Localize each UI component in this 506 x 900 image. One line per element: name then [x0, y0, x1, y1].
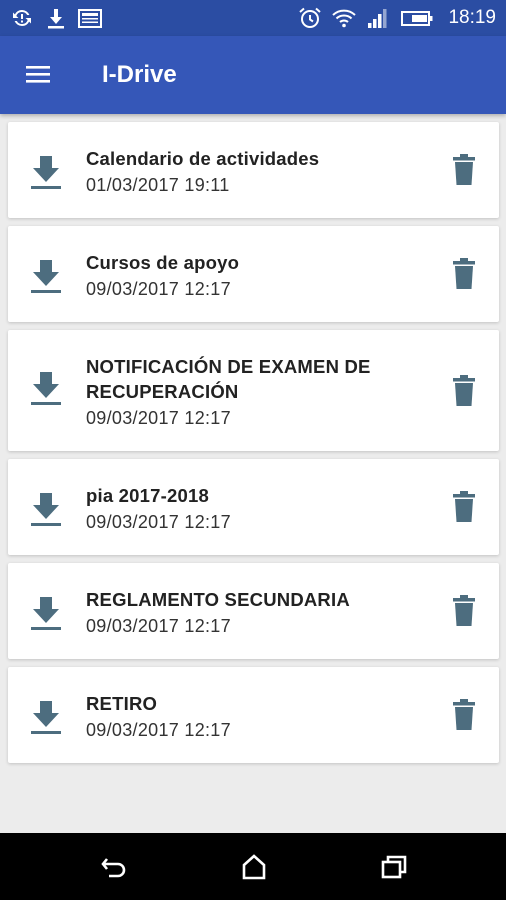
image-icon — [78, 9, 102, 28]
download-icon[interactable] — [28, 368, 64, 408]
app-title: I-Drive — [102, 61, 177, 88]
download-icon[interactable] — [28, 697, 64, 737]
trash-icon[interactable] — [451, 375, 477, 407]
file-list: Calendario de actividades 01/03/2017 19:… — [8, 122, 499, 771]
file-name: NOTIFICACIÓN DE EXAMEN DE RECUPERACIÓN — [86, 356, 371, 402]
file-info: pia 2017-2018 09/03/2017 12:17 — [86, 483, 439, 534]
sync-icon — [13, 10, 31, 26]
alarm-icon — [299, 7, 322, 28]
trash-icon[interactable] — [451, 154, 477, 186]
trash-icon[interactable] — [451, 699, 477, 731]
status-bar: 18:19 — [0, 0, 506, 36]
file-name: RETIRO — [86, 693, 158, 714]
file-name: Calendario de actividades — [86, 148, 320, 169]
wifi-icon — [332, 9, 357, 28]
download-icon[interactable] — [28, 593, 64, 633]
file-name: Cursos de apoyo — [86, 252, 240, 273]
file-info: NOTIFICACIÓN DE EXAMEN DE RECUPERACIÓN 0… — [86, 354, 439, 430]
signal-icon — [368, 9, 387, 28]
file-card[interactable]: REGLAMENTO SECUNDARIA 09/03/2017 12:17 — [8, 563, 499, 659]
status-time: 18:19 — [448, 7, 496, 28]
status-notifications — [10, 5, 102, 31]
system-nav-bar — [0, 833, 506, 900]
file-date: 01/03/2017 19:11 — [86, 175, 230, 195]
status-system: 18:19 — [298, 5, 496, 31]
trash-icon[interactable] — [451, 491, 477, 523]
file-card[interactable]: RETIRO 09/03/2017 12:17 — [8, 667, 499, 763]
file-name: pia 2017-2018 — [86, 485, 209, 506]
download-icon[interactable] — [28, 152, 64, 192]
download-icon[interactable] — [28, 489, 64, 529]
app-bar: I-Drive — [0, 36, 506, 114]
file-date: 09/03/2017 12:17 — [86, 279, 231, 299]
file-info: Cursos de apoyo 09/03/2017 12:17 — [86, 250, 439, 301]
menu-button[interactable] — [22, 60, 58, 90]
trash-icon[interactable] — [451, 595, 477, 627]
file-info: Calendario de actividades 01/03/2017 19:… — [86, 146, 439, 197]
file-date: 09/03/2017 12:17 — [86, 408, 231, 428]
trash-icon[interactable] — [451, 258, 477, 290]
battery-icon — [401, 11, 433, 26]
file-date: 09/03/2017 12:17 — [86, 720, 231, 740]
file-card[interactable]: NOTIFICACIÓN DE EXAMEN DE RECUPERACIÓN 0… — [8, 330, 499, 451]
file-date: 09/03/2017 12:17 — [86, 616, 231, 636]
file-info: REGLAMENTO SECUNDARIA 09/03/2017 12:17 — [86, 587, 439, 638]
file-card[interactable]: Cursos de apoyo 09/03/2017 12:17 — [8, 226, 499, 322]
download-icon — [48, 9, 64, 29]
recents-icon[interactable] — [378, 851, 410, 883]
file-info: RETIRO 09/03/2017 12:17 — [86, 691, 439, 742]
file-card[interactable]: Calendario de actividades 01/03/2017 19:… — [8, 122, 499, 218]
download-icon[interactable] — [28, 256, 64, 296]
hamburger-menu-icon — [26, 66, 50, 83]
file-card[interactable]: pia 2017-2018 09/03/2017 12:17 — [8, 459, 499, 555]
home-icon[interactable] — [238, 851, 270, 883]
file-date: 09/03/2017 12:17 — [86, 512, 231, 532]
back-icon[interactable] — [98, 851, 130, 883]
file-name: REGLAMENTO SECUNDARIA — [86, 589, 350, 610]
